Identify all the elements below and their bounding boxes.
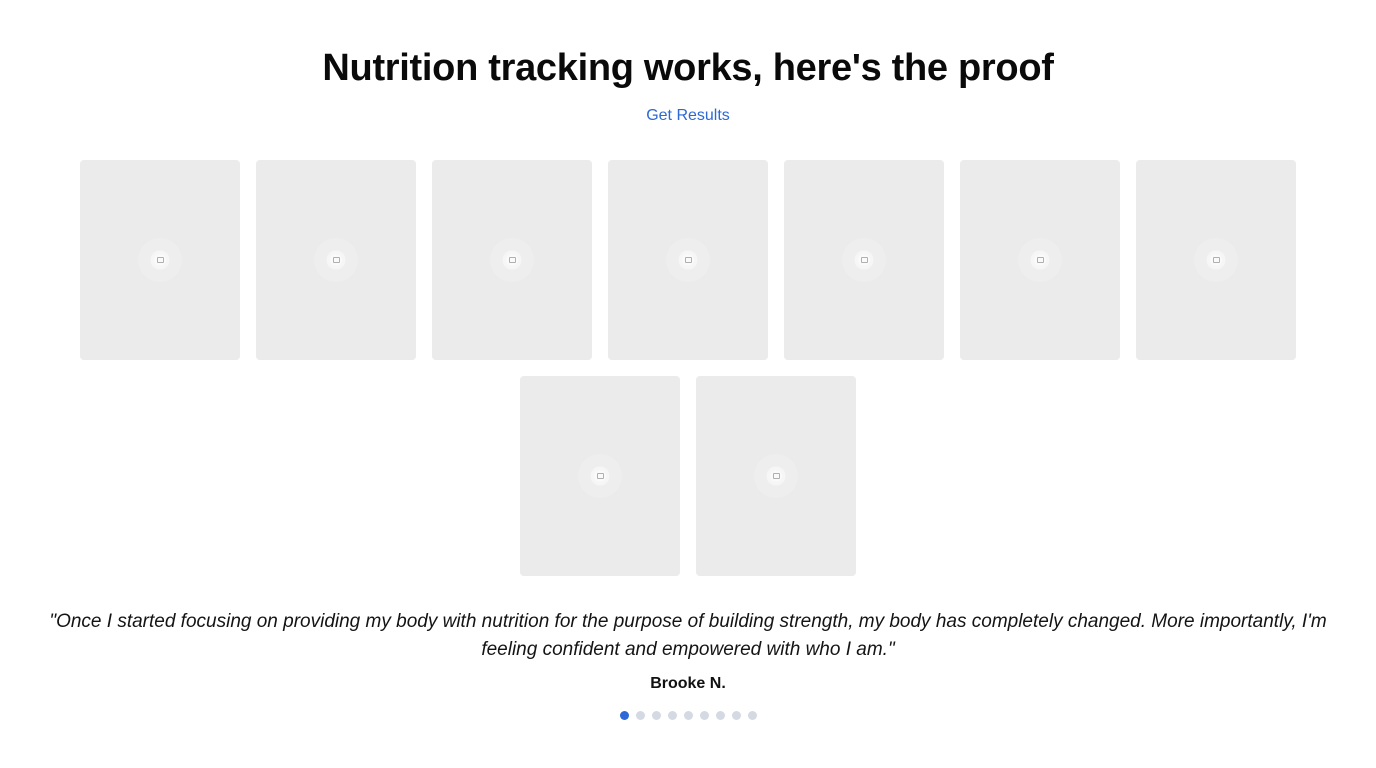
photo-card[interactable] [608, 160, 768, 360]
image-placeholder-icon [1194, 238, 1238, 282]
pagination-dot[interactable] [747, 711, 757, 720]
testimonial-author: Brooke N. [650, 675, 726, 692]
section-title: Nutrition tracking works, here's the pro… [322, 47, 1054, 89]
gallery-row [80, 160, 1296, 360]
photo-card[interactable] [256, 160, 416, 360]
get-results-link-container: Get Results [0, 106, 1376, 126]
image-placeholder-icon [666, 238, 710, 282]
pagination-dot[interactable] [731, 711, 741, 720]
image-placeholder-icon [578, 454, 622, 498]
photo-card[interactable] [784, 160, 944, 360]
photo-gallery [80, 160, 1296, 592]
photo-card[interactable] [960, 160, 1120, 360]
image-placeholder-icon [842, 238, 886, 282]
pagination-dot[interactable] [635, 711, 645, 720]
pagination-dot[interactable] [651, 711, 661, 720]
pagination-dot[interactable] [699, 711, 709, 720]
image-placeholder-icon [1018, 238, 1062, 282]
pagination-dot[interactable] [667, 711, 677, 720]
carousel-pagination [0, 711, 1376, 720]
pagination-dot[interactable] [619, 711, 629, 720]
image-placeholder-icon [754, 454, 798, 498]
testimonial-quote: "Once I started focusing on providing my… [49, 611, 1327, 660]
pagination-dot[interactable] [715, 711, 725, 720]
photo-card[interactable] [520, 376, 680, 576]
image-placeholder-icon [314, 238, 358, 282]
image-placeholder-icon [138, 238, 182, 282]
photo-card[interactable] [696, 376, 856, 576]
photo-card[interactable] [1136, 160, 1296, 360]
gallery-row [80, 376, 1296, 576]
photo-card[interactable] [80, 160, 240, 360]
image-placeholder-icon [490, 238, 534, 282]
pagination-dot[interactable] [683, 711, 693, 720]
get-results-link[interactable]: Get Results [646, 107, 730, 124]
photo-card[interactable] [432, 160, 592, 360]
